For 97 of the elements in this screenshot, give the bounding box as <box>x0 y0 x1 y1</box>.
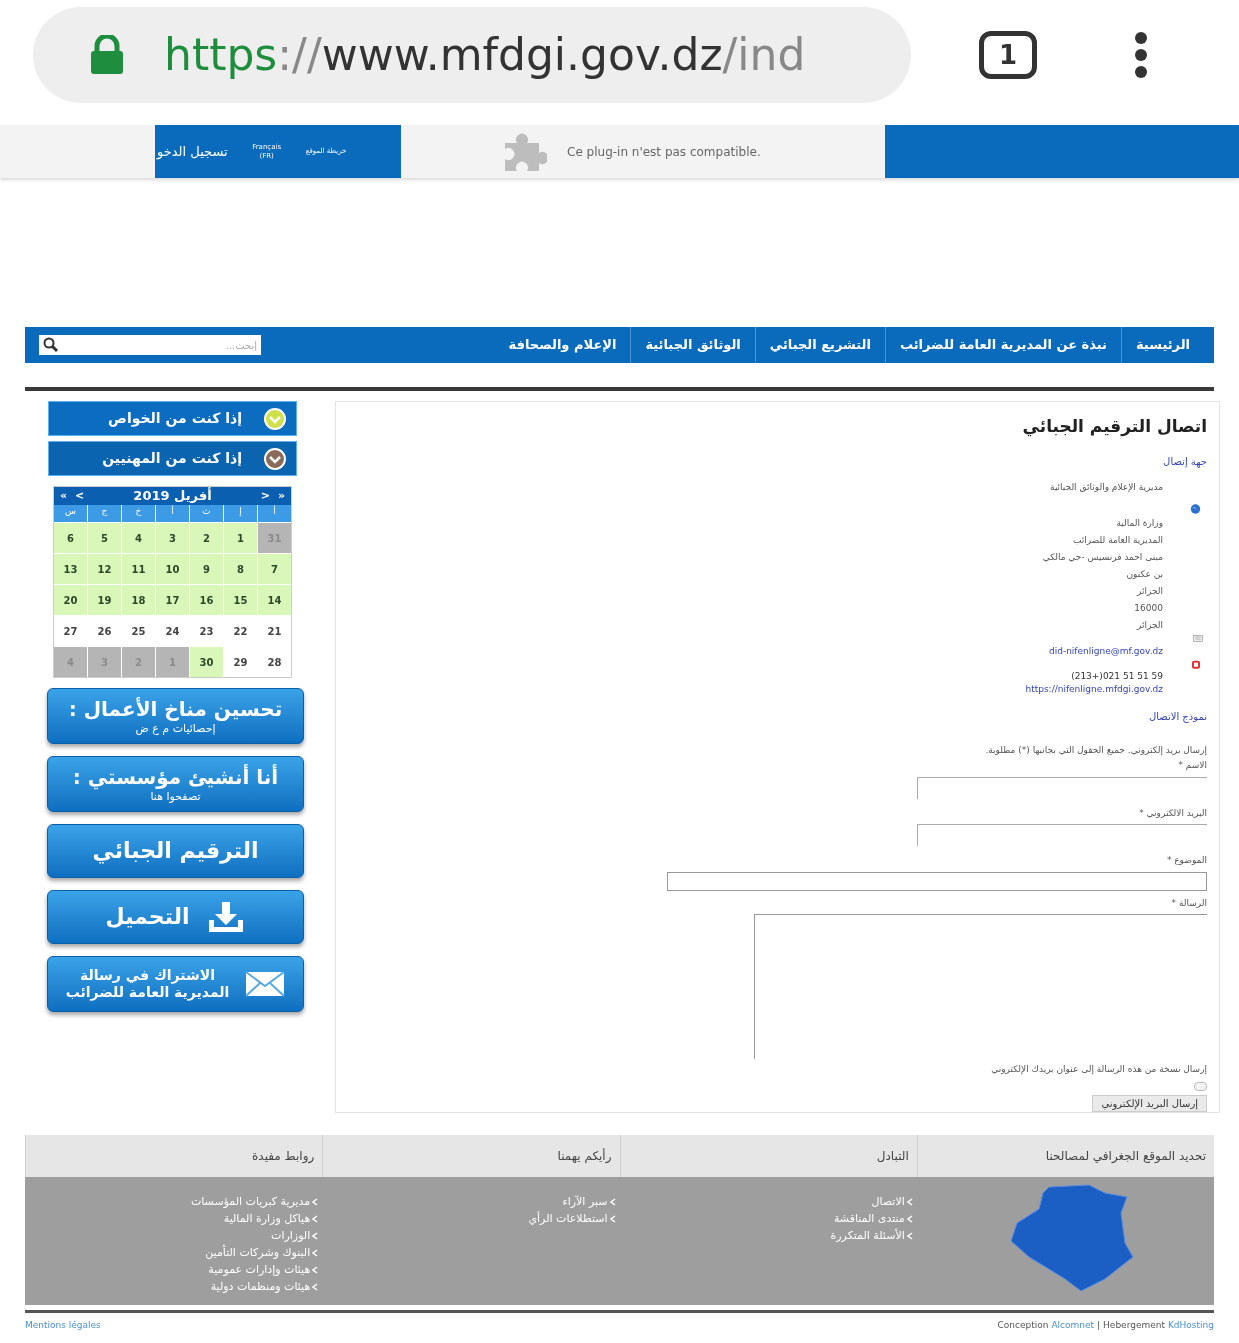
weekday-header: س <box>54 505 87 522</box>
weekday-header: أ <box>258 505 291 522</box>
credit-separator: | <box>1097 1319 1101 1332</box>
message-field[interactable] <box>754 914 1207 1060</box>
form-note: إرسال بريد إلكتروني. جميع الحقول التي بجانبها (*) مطلوبة. <box>984 743 1207 758</box>
lock-icon <box>88 35 126 75</box>
address-line: 16000 <box>1133 602 1163 616</box>
credit-text: Conception <box>997 1319 1049 1332</box>
calendar-day[interactable]: 30 <box>190 647 223 677</box>
credit-text: Hebergement <box>1103 1319 1165 1332</box>
footer-heading: تحديد الموقع الجغرافي لمصالحنا <box>1045 1148 1206 1165</box>
nav-link[interactable]: نبذة عن المديرية العامة للضرائب <box>885 335 1121 355</box>
nav-link[interactable]: الرئيسية <box>1121 335 1204 355</box>
input-field[interactable] <box>667 871 1207 891</box>
phone-icon <box>1189 660 1203 670</box>
calendar-day[interactable]: 10 <box>156 554 189 584</box>
address-line: بن عكنون <box>1125 568 1163 582</box>
field-label: البريد الالكتروني * <box>1139 806 1207 820</box>
calendar-day[interactable]: 8 <box>224 554 257 584</box>
calendar-day[interactable]: 15 <box>224 585 257 615</box>
url-text: https://www.mfdgi.gov.dz/ind <box>164 28 806 82</box>
form-heading: نموذج الاتصال <box>1147 709 1207 724</box>
weekday-header: ث <box>190 505 223 522</box>
accordion-header[interactable]: إذا كنت من الخواص <box>48 401 297 436</box>
email-link[interactable]: did-nifenligne@mf.gov.dz <box>346 644 1163 659</box>
tab-count[interactable]: 1 <box>979 31 1037 79</box>
chevron-icon <box>264 407 286 430</box>
sidebar-button[interactable]: أنا أنشيئ مؤسستي : تصفحوا هنا <box>47 756 304 812</box>
nav-link[interactable]: التشريع الجبائي <box>755 335 885 355</box>
sidebar-button[interactable]: الاشتراك في رسالة المديرية العامة للضرائب <box>47 956 304 1012</box>
copy-checkbox[interactable] <box>1194 1081 1207 1091</box>
legal-link[interactable]: Mentions légales <box>25 1319 101 1333</box>
address-line: الجزائر <box>1135 619 1163 633</box>
field-label: الاسم * <box>1178 759 1207 773</box>
weekday-header: خ <box>122 505 155 522</box>
calendar-day[interactable]: 3 <box>156 523 189 553</box>
menu-icon[interactable] <box>1133 31 1149 79</box>
weekday-header: أ <box>156 505 189 522</box>
website-link[interactable]: https://nifenligne.mfdgi.gov.dz <box>346 683 1163 697</box>
calendar-title: أفريل 2019 <box>133 486 212 505</box>
footer-heading: التبادل <box>876 1148 909 1165</box>
envelope-icon <box>245 971 286 997</box>
calendar-day[interactable]: 4 <box>122 523 155 553</box>
credit-link[interactable]: Alcomnet <box>1051 1319 1095 1333</box>
calendar-day[interactable]: 16 <box>190 585 223 615</box>
page-title: اتصال الترقيم الجبائي <box>1021 415 1207 439</box>
search-field[interactable]: إبحث... <box>39 335 261 355</box>
department-text: مديرية الإعلام والوثائق الجبائية <box>1049 480 1163 494</box>
address-line: وزارة المالية <box>1115 517 1163 531</box>
calendar-day[interactable]: 20 <box>54 585 87 615</box>
input-field[interactable] <box>917 824 1207 847</box>
sidebar-button[interactable]: تحسين مناخ الأعمال : إحصائيات م ع ض <box>47 688 304 744</box>
calendar-nav[interactable]: < <box>75 487 85 505</box>
calendar-day[interactable]: 5 <box>88 523 121 553</box>
chevron-icon <box>264 447 286 470</box>
calendar-day[interactable]: 14 <box>258 585 291 615</box>
calendar-day[interactable]: 1 <box>224 523 257 553</box>
globe-icon <box>1188 504 1203 515</box>
accordion-header[interactable]: إذا كنت من المهنيين <box>48 441 297 476</box>
copy-label: إرسال نسخة من هذه الرسالة إلى عنوان بريدك الإلكتروني <box>990 1063 1207 1077</box>
calendar-nav[interactable]: » <box>277 487 285 505</box>
submit-button[interactable]: إرسال البريد الإلكتروني <box>1092 1095 1207 1112</box>
search-icon[interactable] <box>43 337 59 353</box>
calendar-day[interactable]: 6 <box>54 523 87 553</box>
section-heading: جهة إتصال <box>1162 454 1207 469</box>
sidebar-button[interactable]: التحميل <box>47 890 304 944</box>
weekday-header: إ <box>224 505 257 522</box>
address-line: مبنى احمد فرنسيس -حي مالكي <box>1041 551 1163 565</box>
input-field[interactable] <box>917 776 1207 799</box>
sidebar-button[interactable]: الترقيم الجبائي <box>47 824 304 878</box>
card-icon <box>1191 635 1205 642</box>
calendar-day[interactable]: 2 <box>190 523 223 553</box>
calendar-day[interactable]: 19 <box>88 585 121 615</box>
calendar-nav[interactable]: « <box>60 487 68 505</box>
weekday-header: ج <box>88 505 121 522</box>
calendar-day[interactable]: 7 <box>258 554 291 584</box>
search-input[interactable]: إبحث... <box>87 337 257 353</box>
calendar-day[interactable]: 12 <box>88 554 121 584</box>
nav-link[interactable]: الوثائق الجبائية <box>631 335 755 355</box>
login-link[interactable]: تسجيل الدخو <box>157 141 228 162</box>
calendar-day[interactable]: 18 <box>122 585 155 615</box>
plugin-message: Ce plug-in n'est pas compatible. <box>567 143 761 161</box>
calendar-day[interactable]: 9 <box>190 554 223 584</box>
footer-heading: روابط مفيدة <box>252 1148 315 1165</box>
address-line: الجزائر <box>1135 585 1163 599</box>
nav-link[interactable]: الإعلام والصحافة <box>494 335 631 355</box>
phone-text: (213+)021 51 51 59 <box>1071 669 1163 683</box>
address-line: المديرية العامة للضرائب <box>1072 534 1163 548</box>
calendar-nav[interactable]: > <box>260 487 270 505</box>
field-label: الموضوع * <box>1166 854 1207 868</box>
address-bar[interactable]: https://www.mfdgi.gov.dz/ind <box>33 7 911 103</box>
credit-link[interactable]: KdHosting <box>1167 1319 1214 1333</box>
calendar-day[interactable]: 17 <box>156 585 189 615</box>
calendar-day[interactable]: 11 <box>122 554 155 584</box>
field-label: الرسالة * <box>1171 896 1207 910</box>
footer-heading: رأيكم يهمنا <box>557 1147 612 1165</box>
calendar-day[interactable]: 13 <box>54 554 87 584</box>
